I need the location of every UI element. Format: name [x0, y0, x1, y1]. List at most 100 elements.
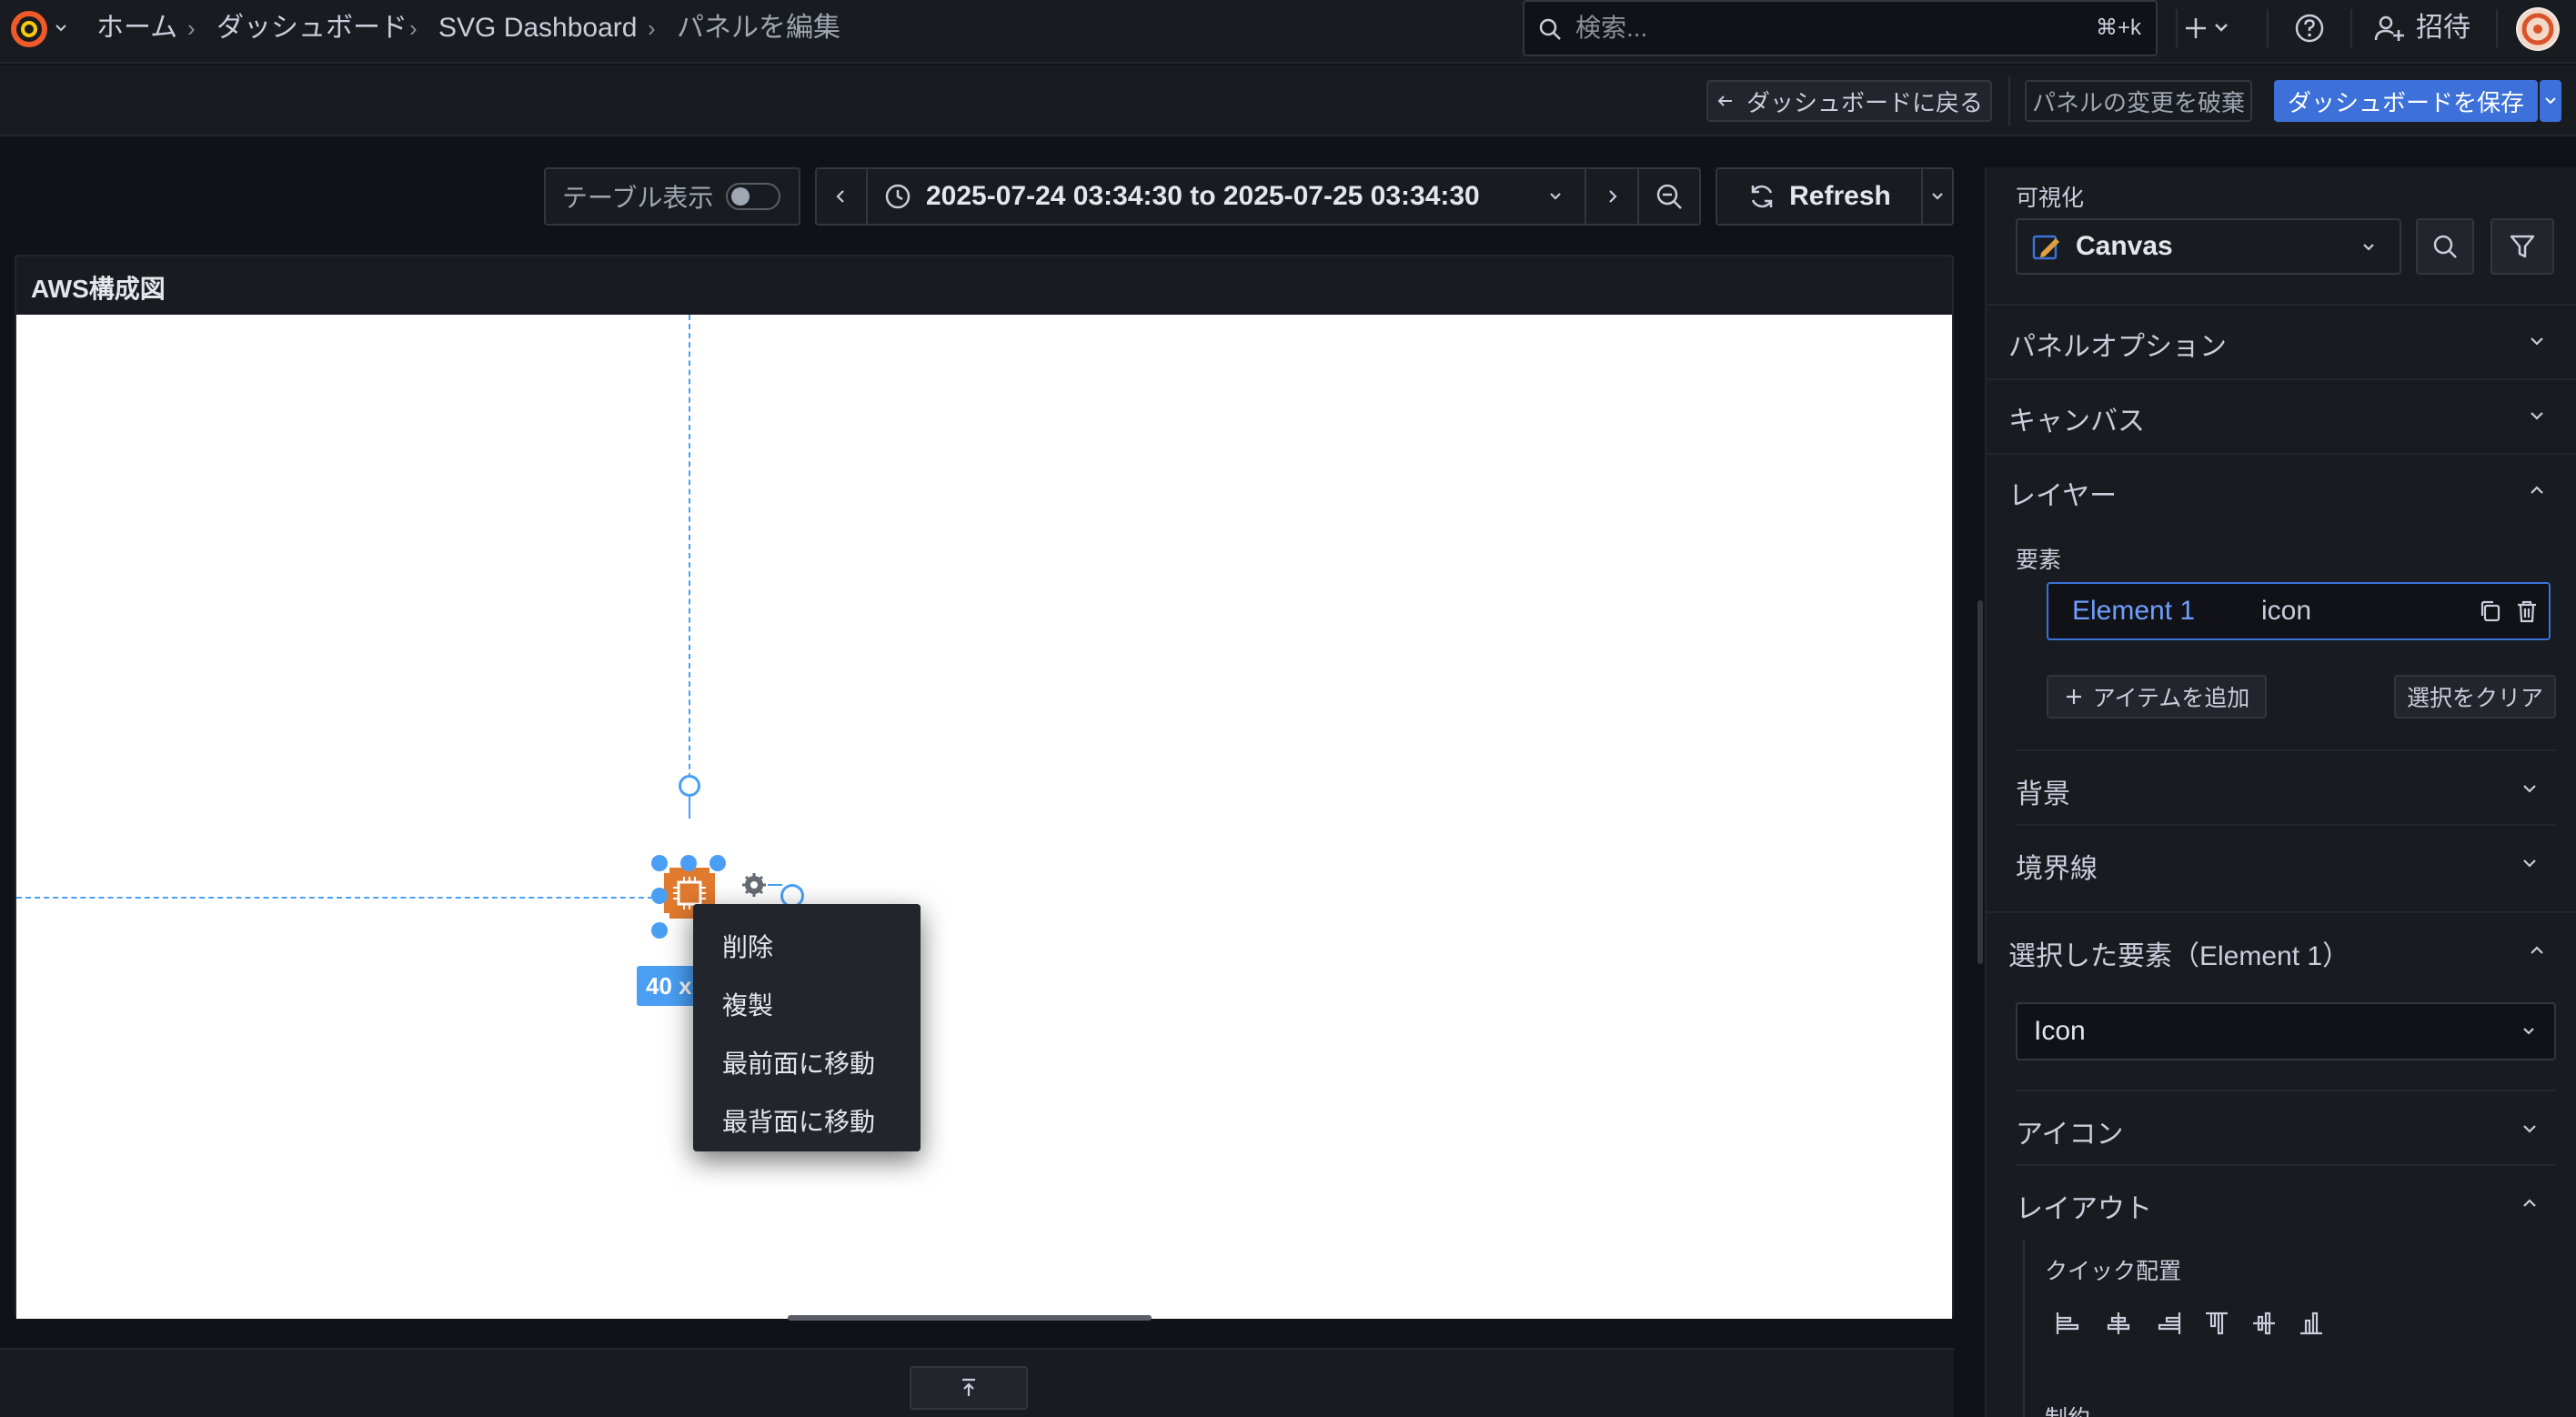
- horizontal-guide-line: [16, 897, 653, 899]
- align-top-icon[interactable]: [2203, 1310, 2230, 1337]
- element-settings-gear-icon[interactable]: [740, 871, 768, 899]
- section-layout[interactable]: レイアウト: [1987, 1166, 2576, 1239]
- refresh-label: Refresh: [1789, 181, 1891, 211]
- nested-indent-line: [2023, 1239, 2025, 1417]
- chevron-down-icon: [1546, 187, 1565, 206]
- section-selected-element[interactable]: 選択した要素（Element 1）: [1987, 913, 2576, 986]
- divider: [2008, 76, 2010, 126]
- divider: [2350, 9, 2352, 47]
- refresh-icon: [1747, 182, 1776, 211]
- back-to-dashboard-label: ダッシュボードに戻る: [1746, 88, 1983, 116]
- grafana-logo-icon[interactable]: [7, 7, 51, 51]
- chevron-down-icon[interactable]: [53, 20, 69, 36]
- breadcrumb-dashboards[interactable]: ダッシュボード: [216, 0, 408, 56]
- chevron-down-icon: [1928, 187, 1947, 206]
- align-center-horizontal-icon[interactable]: [2105, 1310, 2132, 1337]
- options-pane: 可視化 Canvas パネルオプション キャンバス レイヤー 要素 Elemen…: [1985, 167, 2576, 1417]
- anchor-connector: [768, 884, 782, 886]
- resize-handle[interactable]: [651, 922, 668, 939]
- resize-handle[interactable]: [651, 888, 668, 904]
- section-title: キャンバス: [2008, 407, 2145, 437]
- trash-icon[interactable]: [2514, 598, 2540, 624]
- arrow-up-to-line-icon: [958, 1377, 980, 1399]
- invite-user-icon[interactable]: [2374, 13, 2405, 44]
- breadcrumb-dashboard[interactable]: SVG Dashboard: [438, 0, 637, 56]
- resize-handle[interactable]: [709, 855, 726, 871]
- save-options-button[interactable]: [2540, 80, 2561, 122]
- save-dashboard-label: ダッシュボードを保存: [2287, 88, 2524, 116]
- table-view-toggle[interactable]: テーブル表示: [544, 167, 800, 226]
- resize-handle[interactable]: [651, 855, 668, 871]
- divider: [2176, 9, 2178, 47]
- time-range-back-button[interactable]: [815, 167, 868, 226]
- invite-label[interactable]: 招待: [2416, 0, 2470, 56]
- canvas-scrollbar[interactable]: [788, 1315, 1152, 1321]
- resize-handle[interactable]: [680, 855, 697, 871]
- rotate-handle[interactable]: [679, 775, 700, 797]
- element-type-value: Icon: [2034, 1016, 2086, 1046]
- discard-changes-button[interactable]: パネルの変更を破棄: [2025, 80, 2252, 122]
- expand-query-pane-button[interactable]: [910, 1366, 1028, 1410]
- section-background[interactable]: 背景: [1987, 751, 2576, 824]
- menu-item-delete[interactable]: 削除: [693, 919, 921, 977]
- search-icon: [1537, 16, 1563, 42]
- breadcrumb-separator-icon: ›: [648, 15, 656, 42]
- add-item-button[interactable]: アイテムを追加: [2047, 675, 2267, 719]
- section-panel-options[interactable]: パネルオプション: [1987, 304, 2576, 377]
- visualization-label: 可視化: [2016, 186, 2085, 211]
- plus-icon: [2064, 687, 2084, 707]
- pane-splitter[interactable]: [1977, 600, 1983, 964]
- new-menu-button[interactable]: [2183, 15, 2238, 42]
- section-title: パネルオプション: [2008, 332, 2227, 362]
- search-input[interactable]: 検索... ⌘+k: [1523, 0, 2158, 56]
- align-left-icon[interactable]: [2054, 1310, 2081, 1337]
- align-right-icon[interactable]: [2156, 1310, 2183, 1337]
- time-range-text: 2025-07-24 03:34:30 to 2025-07-25 03:34:…: [926, 181, 1480, 211]
- section-canvas[interactable]: キャンバス: [1987, 378, 2576, 451]
- element-name[interactable]: Element 1: [2072, 584, 2195, 638]
- chevron-left-icon: [832, 187, 850, 206]
- align-center-vertical-icon[interactable]: [2250, 1310, 2278, 1337]
- discard-changes-label: パネルの変更を破棄: [2031, 88, 2245, 116]
- copy-icon[interactable]: [2478, 598, 2503, 624]
- menu-item-send-to-back[interactable]: 最背面に移動: [693, 1093, 921, 1151]
- refresh-button[interactable]: Refresh: [1716, 167, 1923, 226]
- toggle-switch[interactable]: [726, 183, 781, 210]
- zoom-out-button[interactable]: [1637, 167, 1701, 226]
- section-title: アイコン: [2016, 1120, 2124, 1150]
- arrow-left-icon: [1716, 91, 1736, 111]
- chevron-down-icon: [2518, 1117, 2541, 1141]
- layer-element-row[interactable]: Element 1 icon: [2047, 582, 2551, 640]
- section-border[interactable]: 境界線: [1987, 826, 2576, 899]
- menu-item-bring-to-front[interactable]: 最前面に移動: [693, 1035, 921, 1093]
- time-range-picker[interactable]: 2025-07-24 03:34:30 to 2025-07-25 03:34:…: [866, 167, 1586, 226]
- clear-selection-button[interactable]: 選択をクリア: [2394, 675, 2556, 719]
- align-bottom-icon[interactable]: [2298, 1310, 2325, 1337]
- section-title: 境界線: [2016, 854, 2098, 884]
- clear-selection-label: 選択をクリア: [2406, 686, 2543, 711]
- zoom-out-icon: [1655, 182, 1684, 211]
- save-dashboard-button[interactable]: ダッシュボードを保存: [2274, 80, 2538, 122]
- canvas-area[interactable]: 40 x: [16, 315, 1952, 1319]
- top-nav-bar: ホーム › ダッシュボード › SVG Dashboard › パネルを編集 検…: [0, 0, 2576, 64]
- element-type-select[interactable]: Icon: [2016, 1002, 2556, 1060]
- help-icon[interactable]: [2294, 13, 2325, 44]
- back-to-dashboard-button[interactable]: ダッシュボードに戻る: [1706, 80, 1992, 122]
- avatar[interactable]: [2516, 7, 2560, 51]
- refresh-interval-button[interactable]: [1921, 167, 1954, 226]
- menu-item-duplicate[interactable]: 複製: [693, 977, 921, 1035]
- section-title: レイヤー: [2008, 481, 2118, 511]
- section-icon[interactable]: アイコン: [1987, 1091, 2576, 1164]
- filter-icon: [2509, 233, 2536, 260]
- chevron-down-icon: [2518, 777, 2541, 800]
- time-range-forward-button[interactable]: [1585, 167, 1639, 226]
- divider: [2267, 9, 2269, 47]
- search-options-button[interactable]: [2416, 218, 2474, 275]
- chevron-down-icon: [2525, 329, 2549, 353]
- search-icon: [2431, 233, 2459, 260]
- section-layer[interactable]: レイヤー: [1987, 453, 2576, 526]
- filter-options-button[interactable]: [2490, 218, 2554, 275]
- visualization-picker[interactable]: Canvas: [2016, 218, 2401, 275]
- breadcrumb-home[interactable]: ホーム: [96, 0, 177, 56]
- quick-placement-label: クイック配置: [2045, 1259, 2182, 1284]
